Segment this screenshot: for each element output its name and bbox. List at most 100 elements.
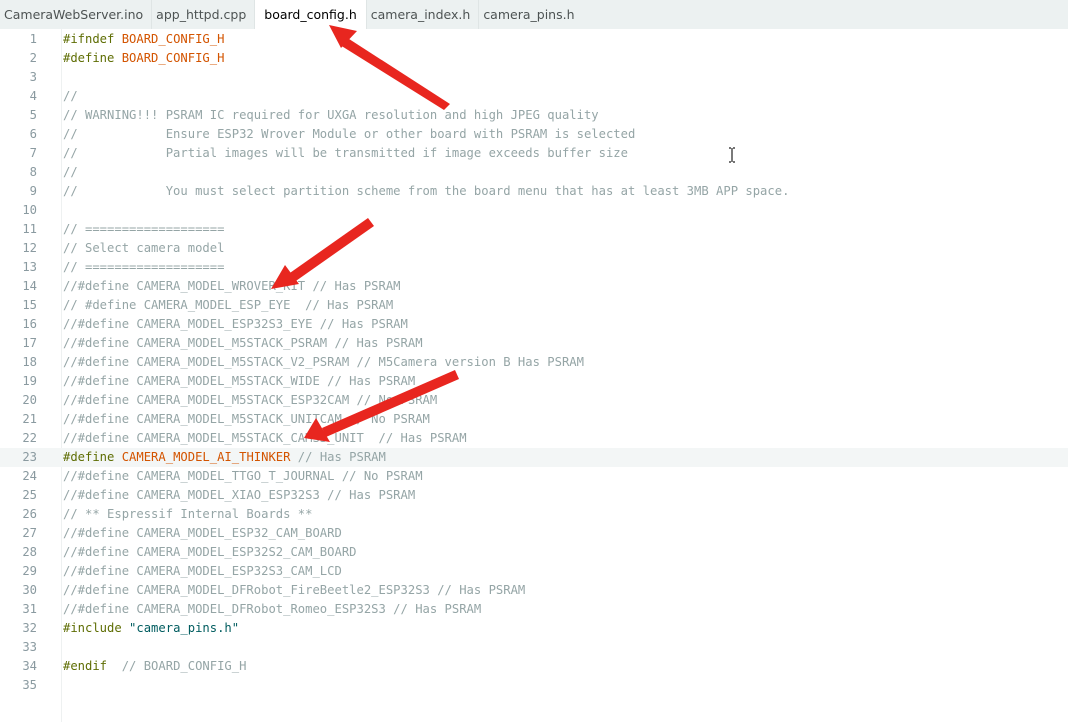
code-text[interactable]: //#define CAMERA_MODEL_M5STACK_ESP32CAM … [63, 391, 437, 410]
code-text[interactable]: // ** Espressif Internal Boards ** [63, 505, 312, 524]
code-line[interactable]: 2 #define BOARD_CONFIG_H [0, 49, 1068, 68]
code-line[interactable]: 9 // You must select partition scheme fro… [0, 182, 1068, 201]
code-line[interactable]: 33 [0, 638, 1068, 657]
code-text[interactable]: // You must select partition scheme from… [63, 182, 789, 201]
code-line[interactable]: 32 #include "camera_pins.h" [0, 619, 1068, 638]
code-line[interactable]: 1 #ifndef BOARD_CONFIG_H [0, 30, 1068, 49]
code-line[interactable]: 12 // Select camera model [0, 239, 1068, 258]
code-line[interactable]: 4 // [0, 87, 1068, 106]
code-token-comment: //#define CAMERA_MODEL_M5STACK_CAMS3_UNI… [63, 431, 467, 445]
code-text[interactable]: //#define CAMERA_MODEL_M5STACK_WIDE // H… [63, 372, 415, 391]
code-text[interactable]: //#define CAMERA_MODEL_DFRobot_FireBeetl… [63, 581, 525, 600]
code-token-comment: //#define CAMERA_MODEL_DFRobot_Romeo_ESP… [63, 602, 482, 616]
code-text[interactable]: #endif // BOARD_CONFIG_H [63, 657, 246, 676]
code-line[interactable]: 18 //#define CAMERA_MODEL_M5STACK_V2_PSRA… [0, 353, 1068, 372]
code-text[interactable]: //#define CAMERA_MODEL_M5STACK_UNITCAM /… [63, 410, 430, 429]
line-number: 22 [22, 431, 37, 445]
code-line[interactable]: 24 //#define CAMERA_MODEL_TTGO_T_JOURNAL … [0, 467, 1068, 486]
code-text[interactable]: //#define CAMERA_MODEL_ESP32S2_CAM_BOARD [63, 543, 357, 562]
line-number: 3 [29, 70, 37, 84]
code-token-pp: #define [63, 450, 122, 464]
line-number: 27 [22, 526, 37, 540]
code-text[interactable]: //#define CAMERA_MODEL_ESP32_CAM_BOARD [63, 524, 342, 543]
code-line[interactable]: 16 //#define CAMERA_MODEL_ESP32S3_EYE // … [0, 315, 1068, 334]
code-line[interactable]: 28 //#define CAMERA_MODEL_ESP32S2_CAM_BOA… [0, 543, 1068, 562]
code-text[interactable]: //#define CAMERA_MODEL_XIAO_ESP32S3 // H… [63, 486, 415, 505]
code-line[interactable]: 25 //#define CAMERA_MODEL_XIAO_ESP32S3 //… [0, 486, 1068, 505]
line-number: 13 [22, 260, 37, 274]
code-token-comment: // [63, 89, 78, 103]
code-text[interactable]: //#define CAMERA_MODEL_M5STACK_PSRAM // … [63, 334, 423, 353]
code-token-macro: BOARD_CONFIG_H [121, 32, 225, 46]
code-text[interactable]: //#define CAMERA_MODEL_M5STACK_V2_PSRAM … [63, 353, 584, 372]
tab-camerawebserver-ino[interactable]: CameraWebServer.ino [0, 0, 151, 29]
code-line[interactable]: 34 #endif // BOARD_CONFIG_H [0, 657, 1068, 676]
code-line[interactable]: 21 //#define CAMERA_MODEL_M5STACK_UNITCAM… [0, 410, 1068, 429]
code-line[interactable]: 15 // #define CAMERA_MODEL_ESP_EYE // Has… [0, 296, 1068, 315]
line-number: 20 [22, 393, 37, 407]
code-line[interactable]: 10 [0, 201, 1068, 220]
code-token-comment: // Select camera model [63, 241, 225, 255]
code-text[interactable]: #define CAMERA_MODEL_AI_THINKER // Has P… [63, 448, 386, 467]
code-token-pp: #include [63, 621, 130, 635]
code-line[interactable]: 7 // Partial images will be transmitted i… [0, 144, 1068, 163]
code-text[interactable]: // =================== [63, 258, 224, 277]
line-number: 23 [22, 450, 37, 464]
code-line[interactable]: 3 [0, 68, 1068, 87]
code-text[interactable]: // [63, 87, 78, 106]
code-line[interactable]: 30 //#define CAMERA_MODEL_DFRobot_FireBee… [0, 581, 1068, 600]
line-number: 15 [22, 298, 37, 312]
line-number: 11 [22, 222, 37, 236]
code-text[interactable]: #ifndef BOARD_CONFIG_H [63, 30, 224, 49]
code-line[interactable]: 17 //#define CAMERA_MODEL_M5STACK_PSRAM /… [0, 334, 1068, 353]
tab-camera-index-h[interactable]: camera_index.h [365, 0, 479, 29]
code-line[interactable]: 20 //#define CAMERA_MODEL_M5STACK_ESP32CA… [0, 391, 1068, 410]
code-token-str: "camera_pins.h" [129, 621, 240, 635]
line-number: 5 [29, 108, 37, 122]
code-line[interactable]: 5 // WARNING!!! PSRAM IC required for UXG… [0, 106, 1068, 125]
code-text[interactable]: #define BOARD_CONFIG_H [63, 49, 224, 68]
code-text[interactable]: //#define CAMERA_MODEL_ESP32S3_EYE // Ha… [63, 315, 408, 334]
code-line[interactable]: 8 // [0, 163, 1068, 182]
code-token-comment: //#define CAMERA_MODEL_WROVER_KIT // Has… [63, 279, 401, 293]
code-text[interactable]: // =================== [63, 220, 224, 239]
code-line[interactable]: 11 // =================== [0, 220, 1068, 239]
code-line[interactable]: 19 //#define CAMERA_MODEL_M5STACK_WIDE //… [0, 372, 1068, 391]
code-text[interactable]: #include "camera_pins.h" [63, 619, 239, 638]
line-number: 16 [22, 317, 37, 331]
code-line[interactable]: 14 //#define CAMERA_MODEL_WROVER_KIT // H… [0, 277, 1068, 296]
code-text[interactable]: // #define CAMERA_MODEL_ESP_EYE // Has P… [63, 296, 393, 315]
code-line[interactable]: 13 // =================== [0, 258, 1068, 277]
code-text[interactable]: //#define CAMERA_MODEL_TTGO_T_JOURNAL //… [63, 467, 423, 486]
code-line[interactable]: 31 //#define CAMERA_MODEL_DFRobot_Romeo_E… [0, 600, 1068, 619]
code-editor[interactable]: 1 #ifndef BOARD_CONFIG_H 2 #define BOARD_CO… [0, 29, 1068, 722]
code-token-comment: //#define CAMERA_MODEL_ESP32S2_CAM_BOARD [63, 545, 357, 559]
code-token-comment: // Ensure ESP32 Wrover Module or other b… [63, 127, 636, 141]
line-number: 35 [22, 678, 37, 692]
code-text[interactable]: // Partial images will be transmitted if… [63, 144, 628, 163]
code-text[interactable]: //#define CAMERA_MODEL_M5STACK_CAMS3_UNI… [63, 429, 467, 448]
code-line[interactable]: 6 // Ensure ESP32 Wrover Module or other … [0, 125, 1068, 144]
code-text[interactable]: // Select camera model [63, 239, 224, 258]
code-line[interactable]: 23 #define CAMERA_MODEL_AI_THINKER // Has… [0, 448, 1068, 467]
tab-board-config-h[interactable]: board_config.h [254, 0, 366, 29]
tab-app-httpd-cpp[interactable]: app_httpd.cpp [151, 0, 254, 29]
code-text[interactable]: //#define CAMERA_MODEL_ESP32S3_CAM_LCD [63, 562, 342, 581]
code-text[interactable]: // WARNING!!! PSRAM IC required for UXGA… [63, 106, 599, 125]
code-text[interactable]: // [63, 163, 78, 182]
code-line[interactable]: 27 //#define CAMERA_MODEL_ESP32_CAM_BOARD [0, 524, 1068, 543]
line-number: 14 [22, 279, 37, 293]
code-text[interactable]: //#define CAMERA_MODEL_DFRobot_Romeo_ESP… [63, 600, 481, 619]
code-token-comment: //#define CAMERA_MODEL_M5STACK_UNITCAM /… [63, 412, 430, 426]
code-line[interactable]: 35 [0, 676, 1068, 695]
code-line[interactable]: 26 // ** Espressif Internal Boards ** [0, 505, 1068, 524]
code-text[interactable]: //#define CAMERA_MODEL_WROVER_KIT // Has… [63, 277, 401, 296]
code-line[interactable]: 29 //#define CAMERA_MODEL_ESP32S3_CAM_LCD [0, 562, 1068, 581]
line-number: 4 [29, 89, 37, 103]
tab-camera-pins-h[interactable]: camera_pins.h [478, 0, 582, 29]
code-token-comment: // =================== [63, 260, 225, 274]
editor-tab-bar: CameraWebServer.ino app_httpd.cpp board_co… [0, 0, 1068, 29]
line-number: 17 [22, 336, 37, 350]
code-text[interactable]: // Ensure ESP32 Wrover Module or other b… [63, 125, 635, 144]
code-line[interactable]: 22 //#define CAMERA_MODEL_M5STACK_CAMS3_U… [0, 429, 1068, 448]
